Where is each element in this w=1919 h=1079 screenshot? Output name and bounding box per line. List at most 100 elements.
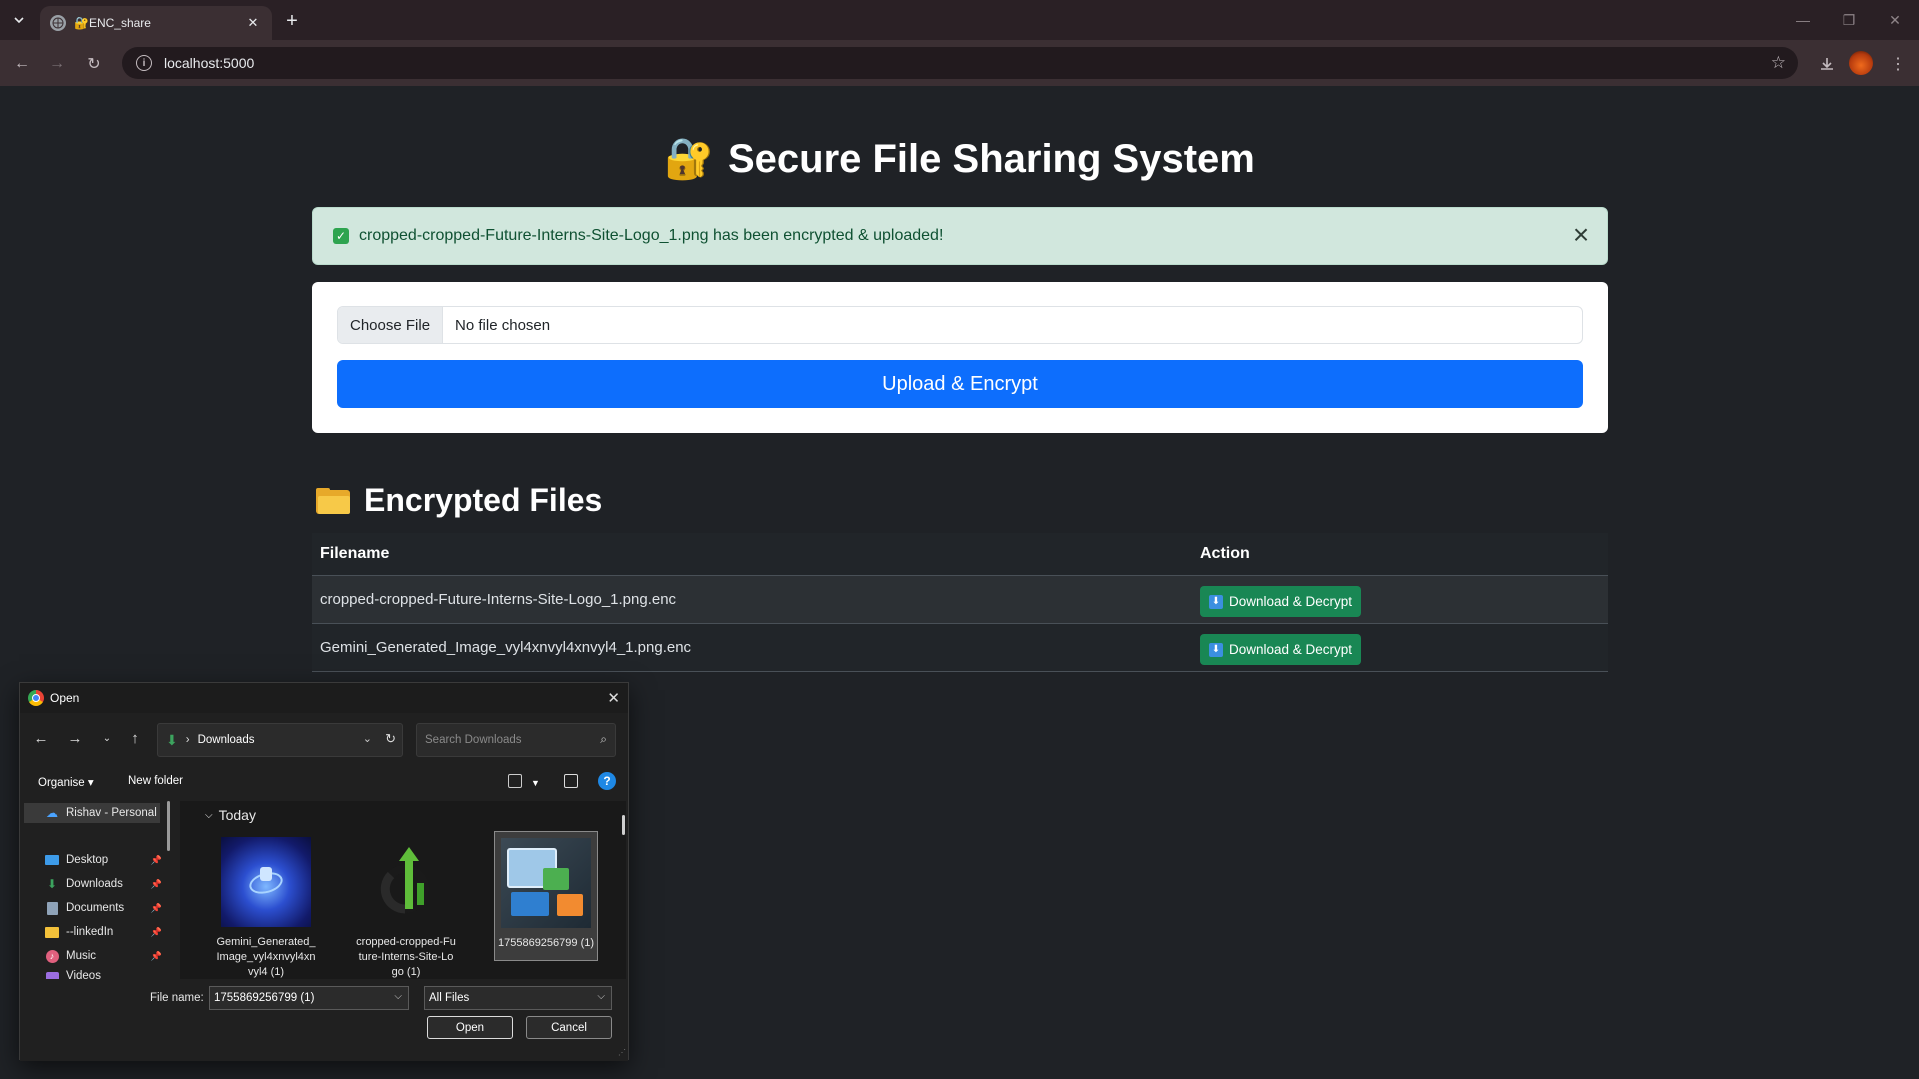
page-title: 🔐 Secure File Sharing System	[0, 135, 1919, 182]
url-text: localhost:5000	[164, 55, 255, 71]
search-placeholder: Search Downloads	[425, 734, 522, 746]
section-title-text: Encrypted Files	[364, 482, 603, 518]
download-decrypt-button[interactable]: ⬇ Download & Decrypt	[1200, 634, 1362, 665]
choose-file-button[interactable]: Choose File	[338, 307, 444, 343]
download-decrypt-label: Download & Decrypt	[1229, 642, 1353, 657]
chevron-down-icon: ⌵	[205, 809, 213, 821]
videos-icon	[44, 970, 60, 979]
tab-search-button[interactable]	[7, 8, 31, 32]
filename-cell: cropped-cropped-Future-Interns-Site-Logo…	[320, 590, 677, 608]
minimize-icon[interactable]: —	[1780, 0, 1826, 40]
forward-arrow-icon[interactable]: →	[43, 50, 71, 78]
recent-locations-icon[interactable]: ⌄	[96, 727, 118, 749]
chevron-down-icon[interactable]: ⌄	[363, 732, 372, 745]
sidebar-item-label: Documents	[66, 902, 125, 914]
downloads-icon: ⬇	[166, 731, 178, 748]
window-close-icon[interactable]: ✕	[1872, 0, 1918, 40]
pin-icon: 📌	[150, 902, 162, 913]
close-icon[interactable]: ✕	[244, 14, 262, 32]
table-row: Gemini_Generated_Image_vyl4xnvyl4xnvyl4_…	[312, 624, 1608, 672]
chrome-icon	[28, 690, 44, 706]
down-arrow-icon: ⬇	[1209, 642, 1223, 657]
chevron-down-icon[interactable]: ⌵	[394, 991, 402, 1002]
sidebar-item-videos[interactable]: Videos	[44, 970, 162, 979]
upload-encrypt-button[interactable]: Upload & Encrypt	[337, 360, 1583, 408]
up-arrow-icon[interactable]: ↑	[124, 727, 146, 749]
file-item[interactable]: Gemini_Generated_Image_vyl4xnvyl4xnvyl4 …	[214, 831, 318, 979]
search-input[interactable]: Search Downloads ⌕	[416, 723, 616, 757]
site-info-icon[interactable]: i	[136, 55, 152, 71]
sidebar-item-documents[interactable]: Documents 📌	[44, 898, 162, 918]
desktop-icon	[44, 853, 60, 867]
file-name-label: File name:	[150, 992, 204, 1004]
cancel-button[interactable]: Cancel	[526, 1016, 612, 1039]
file-input-status: No file chosen	[455, 316, 551, 334]
back-arrow-icon[interactable]: ←	[8, 50, 36, 78]
file-list-scrollbar[interactable]	[622, 815, 625, 835]
preview-pane-icon[interactable]	[564, 774, 578, 788]
sidebar-item-label: Downloads	[66, 878, 123, 890]
sidebar-item-downloads[interactable]: ⬇ Downloads 📌	[44, 874, 162, 894]
resize-grip-icon[interactable]: ⋰	[618, 1048, 626, 1057]
logo-thumbnail	[361, 837, 451, 927]
chevron-down-icon: ⌵	[597, 991, 605, 1002]
alert-close-button[interactable]: ×	[1569, 221, 1593, 249]
forward-arrow-icon[interactable]: →	[64, 727, 86, 749]
sidebar-item-label: Music	[66, 950, 97, 962]
new-folder-button[interactable]: New folder	[128, 775, 183, 787]
file-open-dialog: Open ✕ ← → ⌄ ↑ ⬇ › Downloads ⌄ ↻ Search …	[19, 682, 629, 1061]
new-tab-button[interactable]: +	[280, 9, 304, 33]
back-arrow-icon[interactable]: ←	[30, 727, 52, 749]
file-type-value: All Files	[429, 992, 470, 1004]
table-header: Filename Action	[312, 533, 1608, 576]
lock-key-icon: 🔐	[664, 137, 714, 181]
file-item-selected[interactable]: 1755869256799 (1)	[494, 831, 598, 961]
view-options-icon[interactable]	[508, 774, 522, 788]
pin-icon: 📌	[150, 926, 162, 937]
onedrive-icon: ☁	[46, 806, 58, 820]
down-arrow-icon: ⬇	[1209, 594, 1223, 609]
file-name-caption: Gemini_Generated_Image_vyl4xnvyl4xnvyl4 …	[216, 936, 316, 978]
location-bar[interactable]: ⬇ › Downloads ⌄ ↻	[157, 723, 403, 757]
ai-image-thumbnail	[221, 837, 311, 927]
file-input[interactable]: Choose File No file chosen	[337, 306, 1583, 344]
refresh-icon[interactable]: ↻	[385, 731, 396, 747]
help-icon[interactable]: ?	[598, 772, 616, 790]
profile-avatar[interactable]	[1849, 51, 1873, 75]
download-icon[interactable]	[1813, 50, 1841, 78]
alert-message: cropped-cropped-Future-Interns-Site-Logo…	[359, 227, 944, 244]
open-button[interactable]: Open	[427, 1016, 513, 1039]
downloads-icon: ⬇	[46, 877, 58, 891]
open-folder-icon	[316, 487, 350, 514]
sidebar-item-onedrive[interactable]: ☁ Rishav - Personal	[24, 803, 160, 823]
file-name-caption: cropped-cropped-Future-Interns-Site-Logo…	[356, 936, 456, 978]
sidebar-item-desktop[interactable]: Desktop 📌	[44, 850, 162, 870]
chevron-down-icon	[14, 17, 24, 24]
folder-icon	[44, 925, 60, 939]
address-bar[interactable]: i localhost:5000 ☆	[122, 47, 1798, 79]
restore-icon[interactable]: ❐	[1826, 0, 1872, 40]
file-item[interactable]: cropped-cropped-Future-Interns-Site-Logo…	[354, 831, 458, 979]
file-type-select[interactable]: All Files ⌵	[424, 986, 612, 1010]
file-name-field[interactable]: 1755869256799 (1) ⌵	[209, 986, 409, 1010]
dialog-titlebar: Open ✕	[20, 683, 628, 713]
sidebar-item-linkedin[interactable]: --linkedIn 📌	[44, 922, 162, 942]
group-header-today[interactable]: ⌵ Today	[205, 807, 256, 823]
sidebar-item-music[interactable]: ♪ Music 📌	[44, 946, 162, 966]
close-icon[interactable]: ✕	[607, 689, 620, 707]
page-title-text: Secure File Sharing System	[727, 137, 1255, 181]
reload-icon[interactable]: ↻	[80, 50, 108, 78]
menu-icon[interactable]: ⋮	[1884, 50, 1912, 78]
download-decrypt-button[interactable]: ⬇ Download & Decrypt	[1200, 586, 1362, 617]
table-row: cropped-cropped-Future-Interns-Site-Logo…	[312, 576, 1608, 624]
sidebar-scrollbar[interactable]	[167, 801, 170, 851]
browser-tab[interactable]: 🔐ENC_share ✕	[40, 6, 272, 40]
sidebar-item-label: --linkedIn	[66, 926, 114, 938]
tab-title: 🔐ENC_share	[74, 16, 151, 30]
globe-icon	[50, 15, 66, 31]
success-alert: ✓ cropped-cropped-Future-Interns-Site-Lo…	[312, 207, 1608, 265]
sidebar-item-label: Desktop	[66, 854, 109, 866]
organise-menu[interactable]: Organise ▾	[38, 775, 94, 789]
bookmark-star-icon[interactable]: ☆	[1771, 53, 1786, 73]
view-dropdown-icon[interactable]: ▼	[531, 778, 540, 788]
